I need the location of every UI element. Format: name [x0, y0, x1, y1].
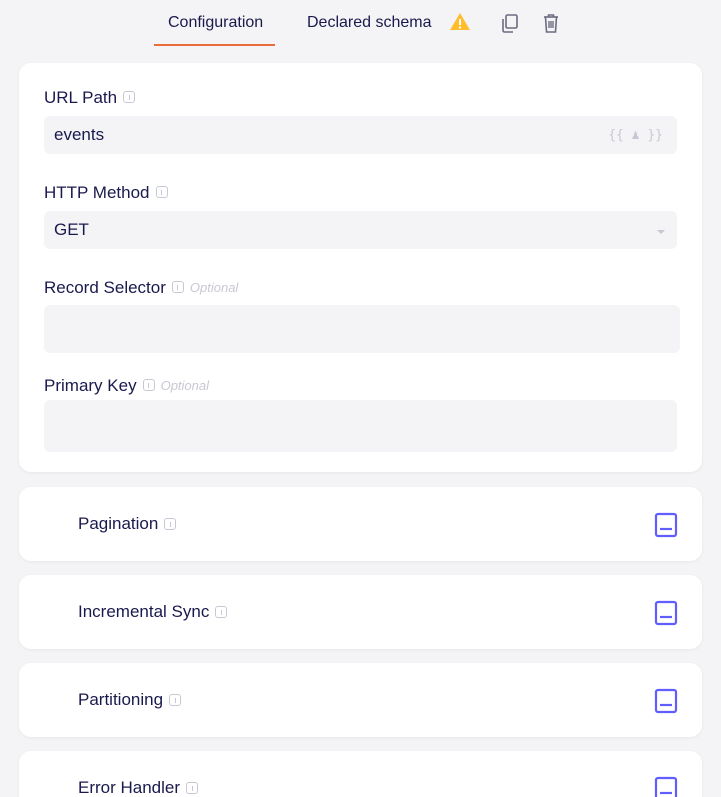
record-selector-label-text: Record Selector: [44, 277, 166, 297]
info-icon[interactable]: [142, 378, 155, 391]
http-method-label-text: HTTP Method: [44, 182, 150, 202]
configuration-card: URL Path events {{ ♟ }} HTTP Method GET …: [19, 63, 702, 472]
info-icon[interactable]: [186, 781, 199, 794]
section-partitioning[interactable]: Partitioning: [19, 663, 702, 737]
book-icon[interactable]: [654, 512, 678, 538]
record-selector-input[interactable]: [44, 305, 680, 353]
section-title: Error Handler: [78, 777, 199, 797]
optional-tag: Optional: [160, 377, 209, 393]
warning-icon: [450, 13, 470, 30]
section-title: Incremental Sync: [78, 601, 228, 623]
section-title-text: Incremental Sync: [78, 602, 210, 621]
http-method-value: GET: [54, 220, 89, 239]
section-error-handler[interactable]: Error Handler: [19, 751, 702, 797]
info-icon[interactable]: [164, 517, 177, 530]
section-title: Pagination: [78, 513, 177, 535]
record-selector-label: Record Selector Optional: [44, 276, 238, 299]
section-title: Partitioning: [78, 689, 182, 711]
book-icon[interactable]: [654, 776, 678, 797]
tab-bar: Configuration Declared schema: [0, 0, 721, 50]
url-path-value: events: [54, 125, 105, 144]
section-incremental-sync[interactable]: Incremental Sync: [19, 575, 702, 649]
url-path-input[interactable]: events {{ ♟ }}: [44, 116, 677, 154]
url-path-label-text: URL Path: [44, 87, 118, 107]
primary-key-label: Primary Key Optional: [44, 374, 209, 397]
info-icon[interactable]: [215, 605, 228, 618]
section-title-text: Pagination: [78, 514, 159, 533]
book-icon[interactable]: [654, 600, 678, 626]
copy-icon[interactable]: [499, 12, 521, 34]
section-title-text: Error Handler: [78, 778, 181, 797]
http-method-label: HTTP Method: [44, 181, 168, 204]
tab-declared-schema[interactable]: Declared schema: [307, 12, 432, 34]
info-icon[interactable]: [123, 90, 136, 103]
optional-tag: Optional: [189, 279, 239, 295]
http-method-select[interactable]: GET: [44, 211, 677, 249]
chevron-down-icon: [657, 230, 665, 234]
section-title-text: Partitioning: [78, 690, 164, 709]
tab-configuration[interactable]: Configuration: [153, 12, 276, 46]
trash-icon[interactable]: [540, 12, 562, 34]
section-pagination[interactable]: Pagination: [19, 487, 702, 561]
info-icon[interactable]: [155, 185, 168, 198]
user-variable-icon[interactable]: {{ ♟ }}: [608, 128, 663, 143]
primary-key-label-text: Primary Key: [44, 375, 137, 395]
book-icon[interactable]: [654, 688, 678, 714]
info-icon[interactable]: [171, 280, 184, 293]
primary-key-input[interactable]: [44, 400, 677, 452]
info-icon[interactable]: [169, 693, 182, 706]
url-path-label: URL Path: [44, 86, 136, 109]
